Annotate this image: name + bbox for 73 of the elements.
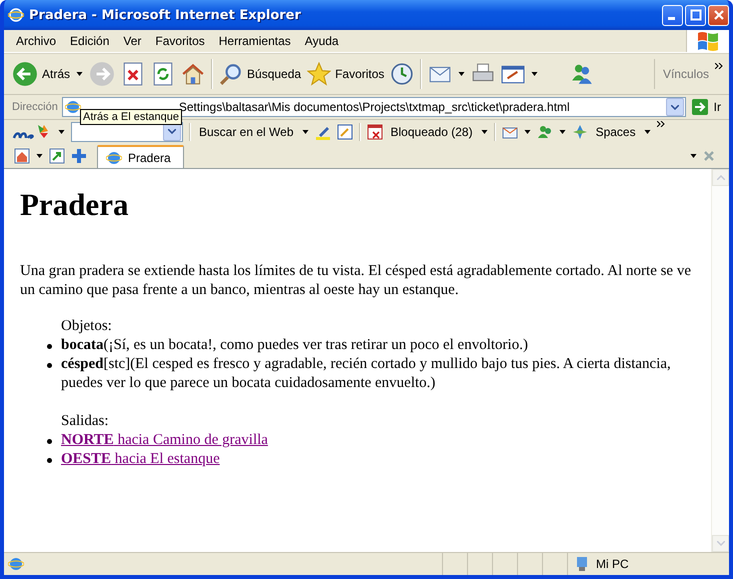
maximize-button[interactable] — [685, 4, 706, 26]
object-item: césped[stc](El cesped es fresco y agradable, recién cortado y mullido bajo tus pies. A cierta distancia, puedes ver lo que parece un bocata cuidadosamente envuelto.) — [61, 356, 671, 391]
address-label: Dirección — [12, 101, 58, 113]
search-icon — [219, 62, 244, 86]
spaces-icon[interactable] — [572, 124, 588, 140]
page-icon — [106, 150, 122, 166]
page-icon — [64, 99, 81, 115]
menu-item[interactable]: Favoritos — [148, 34, 212, 48]
chevron-up-icon — [716, 175, 724, 180]
chevron-down-icon — [670, 104, 679, 110]
page-status-icon — [8, 556, 24, 572]
objects-label: Objetos: — [61, 317, 113, 336]
spaces-button[interactable]: Spaces — [594, 124, 638, 138]
exits-label: Salidas: — [61, 412, 110, 431]
page-heading: Pradera — [20, 187, 130, 223]
dropdown-arrow-icon[interactable] — [690, 154, 697, 158]
bullet-icon — [47, 458, 52, 463]
bullet-icon — [47, 344, 52, 349]
messenger-icon[interactable] — [536, 124, 553, 140]
search-button[interactable]: Búsqueda — [219, 62, 302, 86]
menu-item[interactable]: Archivo — [9, 34, 64, 48]
links-label[interactable]: Vínculos — [654, 59, 709, 89]
dropdown-arrow-icon[interactable] — [524, 130, 531, 134]
dropdown-arrow-icon[interactable] — [58, 130, 65, 134]
refresh-icon[interactable] — [151, 62, 176, 86]
close-button[interactable] — [708, 4, 729, 26]
dropdown-button[interactable] — [666, 98, 684, 116]
object-item: bocata(¡Sí, es un bocata!, como puedes ver tras retirar un poco el envoltorio.) — [61, 337, 528, 353]
go-arrow-icon — [692, 99, 708, 115]
star-icon — [307, 62, 332, 86]
close-icon — [712, 8, 726, 22]
zone-label: Mi PC — [596, 557, 629, 571]
stop-icon[interactable] — [121, 62, 146, 86]
form-fill-icon[interactable] — [336, 124, 352, 140]
favorites-button[interactable]: Favoritos — [307, 62, 384, 86]
tooltip: Atrás a El estanque — [80, 109, 182, 125]
bullet-icon — [47, 363, 52, 368]
menu-item[interactable]: Herramientas — [212, 34, 298, 48]
maximize-icon — [688, 8, 702, 22]
go-button[interactable]: Ir — [690, 99, 725, 115]
back-button[interactable]: Atrás — [12, 61, 70, 87]
chevron-down-icon — [716, 541, 724, 546]
minimize-button[interactable] — [662, 4, 683, 26]
new-tab-icon[interactable] — [71, 148, 87, 164]
popup-blocked-icon[interactable] — [366, 124, 382, 140]
tab-list-icon[interactable] — [49, 148, 65, 164]
computer-icon — [574, 556, 590, 572]
web-search-button[interactable]: Buscar en el Web — [197, 124, 296, 138]
dropdown-arrow-icon[interactable] — [644, 130, 651, 134]
bullet-icon — [47, 439, 52, 444]
dropdown-arrow-icon[interactable] — [558, 130, 566, 134]
messenger-icon[interactable] — [570, 62, 594, 86]
home-icon[interactable] — [181, 62, 206, 86]
menu-item[interactable]: Ver — [116, 34, 148, 48]
menu-item[interactable]: Edición — [63, 34, 116, 48]
window-title: Pradera - Microsoft Internet Explorer — [29, 8, 302, 22]
quick-tabs-icon[interactable] — [14, 148, 30, 164]
dropdown-arrow-icon[interactable] — [458, 72, 466, 76]
exit-link[interactable]: NORTE hacia Camino de gravilla — [61, 432, 268, 448]
menu-item[interactable]: Ayuda — [298, 34, 346, 48]
description-paragraph: Una gran pradera se extiende hasta los límites de tu vista. El césped está agradablemente cortado. Al norte se ve un camino que pasa frente a un banco, mientras al oeste hay un estanque. — [20, 262, 692, 300]
popup-blocker-button[interactable]: Bloqueado (28) — [388, 124, 475, 138]
dropdown-arrow-icon[interactable] — [36, 154, 43, 158]
dropdown-arrow-icon[interactable] — [480, 130, 488, 134]
history-icon[interactable] — [390, 62, 414, 86]
dropdown-arrow-icon[interactable] — [76, 72, 84, 76]
exit-link[interactable]: OESTE hacia El estanque — [61, 451, 220, 467]
browser-tab[interactable]: Pradera — [97, 145, 184, 168]
chevron-down-icon — [168, 129, 176, 134]
dropdown-arrow-icon[interactable] — [302, 130, 308, 134]
dropdown-arrow-icon[interactable] — [531, 72, 538, 76]
browser-icon — [8, 7, 24, 23]
minimize-icon — [668, 17, 674, 20]
